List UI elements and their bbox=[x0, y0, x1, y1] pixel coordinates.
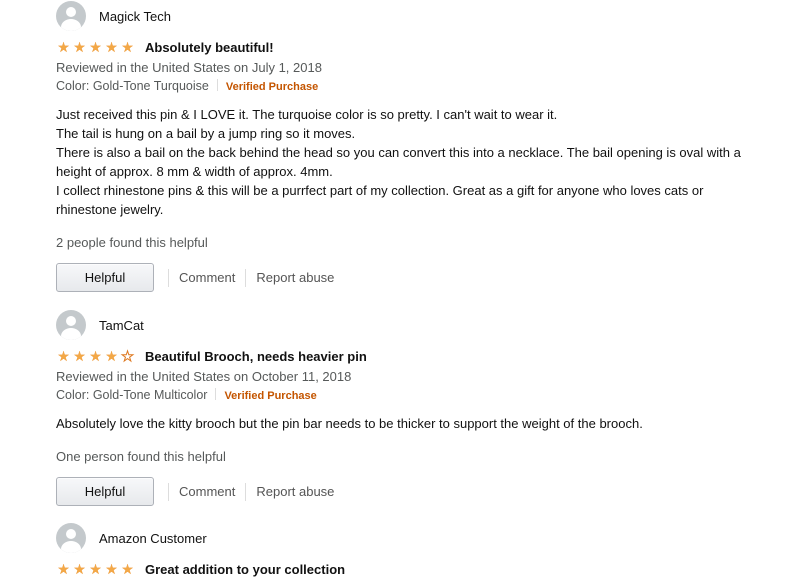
helpful-count: One person found this helpful bbox=[56, 449, 226, 464]
review: Magick Tech ★ ★ ★ ★ ★ Absolutely beautif… bbox=[56, 0, 756, 293]
avatar bbox=[56, 523, 86, 553]
comment-link[interactable]: Comment bbox=[169, 270, 245, 285]
review-title[interactable]: Absolutely beautiful! bbox=[145, 40, 274, 55]
report-abuse-link[interactable]: Report abuse bbox=[246, 484, 344, 499]
helpful-button[interactable]: Helpful bbox=[56, 477, 154, 506]
reviewer-name[interactable]: TamCat bbox=[99, 318, 144, 333]
avatar bbox=[56, 1, 86, 31]
reviewer-name[interactable]: Magick Tech bbox=[99, 9, 171, 24]
helpful-button[interactable]: Helpful bbox=[56, 263, 154, 292]
helpful-count: 2 people found this helpful bbox=[56, 235, 208, 250]
reviewer-profile[interactable]: Magick Tech bbox=[56, 0, 756, 32]
comment-link[interactable]: Comment bbox=[169, 484, 245, 499]
review-body: Just received this pin & I LOVE it. The … bbox=[56, 105, 756, 219]
report-abuse-link[interactable]: Report abuse bbox=[246, 270, 344, 285]
review-title[interactable]: Beautiful Brooch, needs heavier pin bbox=[145, 349, 367, 364]
star-icon: ★ bbox=[57, 561, 70, 577]
review-title[interactable]: Great addition to your collection bbox=[145, 562, 345, 577]
variant-label[interactable]: Color: Gold-Tone Turquoise bbox=[56, 79, 209, 93]
avatar bbox=[56, 310, 86, 340]
star-icon: ★ bbox=[57, 39, 70, 55]
star-icon: ★ bbox=[89, 348, 102, 364]
star-icon: ★ bbox=[57, 348, 70, 364]
review-variant: Color: Gold-Tone Turquoise Verified Purch… bbox=[56, 77, 756, 97]
star-rating[interactable]: ★ ★ ★ ★ ★ bbox=[56, 348, 135, 364]
star-icon: ★ bbox=[89, 39, 102, 55]
review-actions: Helpful Comment Report abuse bbox=[56, 262, 756, 293]
star-icon: ★ bbox=[105, 561, 118, 577]
star-rating[interactable]: ★ ★ ★ ★ ★ bbox=[56, 562, 135, 576]
review: Amazon Customer ★ ★ ★ ★ ★ Great addition… bbox=[56, 522, 756, 578]
star-rating[interactable]: ★ ★ ★ ★ ★ bbox=[56, 40, 135, 54]
verified-badge[interactable]: Verified Purchase bbox=[224, 390, 316, 402]
star-icon: ★ bbox=[89, 561, 102, 577]
review-body-line: Absolutely love the kitty brooch but the… bbox=[56, 416, 643, 431]
review-actions: Helpful Comment Report abuse bbox=[56, 476, 756, 507]
star-icon: ★ bbox=[73, 561, 86, 577]
review: TamCat ★ ★ ★ ★ ★ Beautiful Brooch, needs… bbox=[56, 309, 756, 507]
review-body-line: There is also a bail on the back behind … bbox=[56, 145, 741, 179]
reviewer-name[interactable]: Amazon Customer bbox=[99, 531, 207, 546]
reviewer-profile[interactable]: Amazon Customer bbox=[56, 522, 756, 554]
star-icon: ★ bbox=[73, 348, 86, 364]
variant-label[interactable]: Color: Gold-Tone Multicolor bbox=[56, 388, 207, 402]
empty-star-icon: ★ bbox=[121, 348, 135, 364]
star-icon: ★ bbox=[121, 561, 134, 577]
star-icon: ★ bbox=[105, 39, 118, 55]
review-variant: Color: Gold-Tone Multicolor Verified Purc… bbox=[56, 386, 756, 406]
review-date: Reviewed in the United States on October… bbox=[56, 369, 352, 384]
verified-badge[interactable]: Verified Purchase bbox=[226, 81, 318, 93]
review-body: Absolutely love the kitty brooch but the… bbox=[56, 414, 756, 433]
star-icon: ★ bbox=[105, 348, 118, 364]
review-date: Reviewed in the United States on July 1,… bbox=[56, 60, 322, 75]
review-body-line: Just received this pin & I LOVE it. The … bbox=[56, 107, 558, 122]
review-body-line: I collect rhinestone pins & this will be… bbox=[56, 183, 704, 217]
reviewer-profile[interactable]: TamCat bbox=[56, 309, 756, 341]
review-body-line: The tail is hung on a bail by a jump rin… bbox=[56, 126, 356, 141]
star-icon: ★ bbox=[73, 39, 86, 55]
star-icon: ★ bbox=[121, 39, 134, 55]
